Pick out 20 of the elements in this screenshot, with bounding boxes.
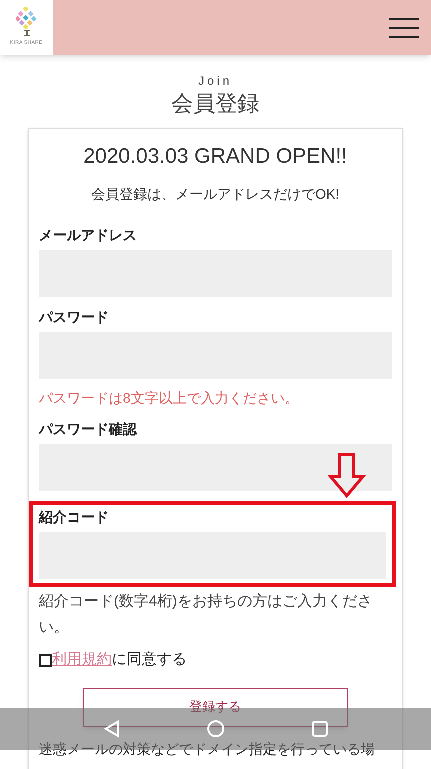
logo-icon — [16, 7, 38, 38]
field-label: パスワード — [39, 308, 110, 327]
back-icon[interactable] — [104, 720, 120, 738]
menu-icon[interactable] — [389, 18, 419, 38]
page-title: 会員登録 — [172, 90, 260, 118]
home-icon[interactable] — [206, 720, 224, 738]
page-eyebrow: Join — [198, 73, 232, 90]
referral-note: 紹介コード(数字4桁)をお持ちの方はご入力ください。 — [39, 592, 374, 638]
agree-text: に同意する — [112, 650, 187, 670]
input-field[interactable] — [39, 444, 392, 491]
register-button[interactable]: 登録する — [83, 688, 348, 726]
field-label: パスワード確認 — [39, 420, 138, 439]
card-headline: 2020.03.03 GRAND OPEN!! — [82, 144, 348, 170]
field-label: 紹介コード — [39, 508, 110, 527]
down-arrow-icon — [328, 453, 366, 499]
error-text: パスワードは8文字以上で入力ください。 — [39, 389, 300, 408]
agree-checkbox[interactable] — [39, 654, 52, 667]
card-intro: 会員登録は、メールアドレスだけでOK! — [90, 185, 341, 204]
recents-icon[interactable] — [312, 721, 328, 737]
field-label: メールアドレス — [39, 226, 138, 245]
